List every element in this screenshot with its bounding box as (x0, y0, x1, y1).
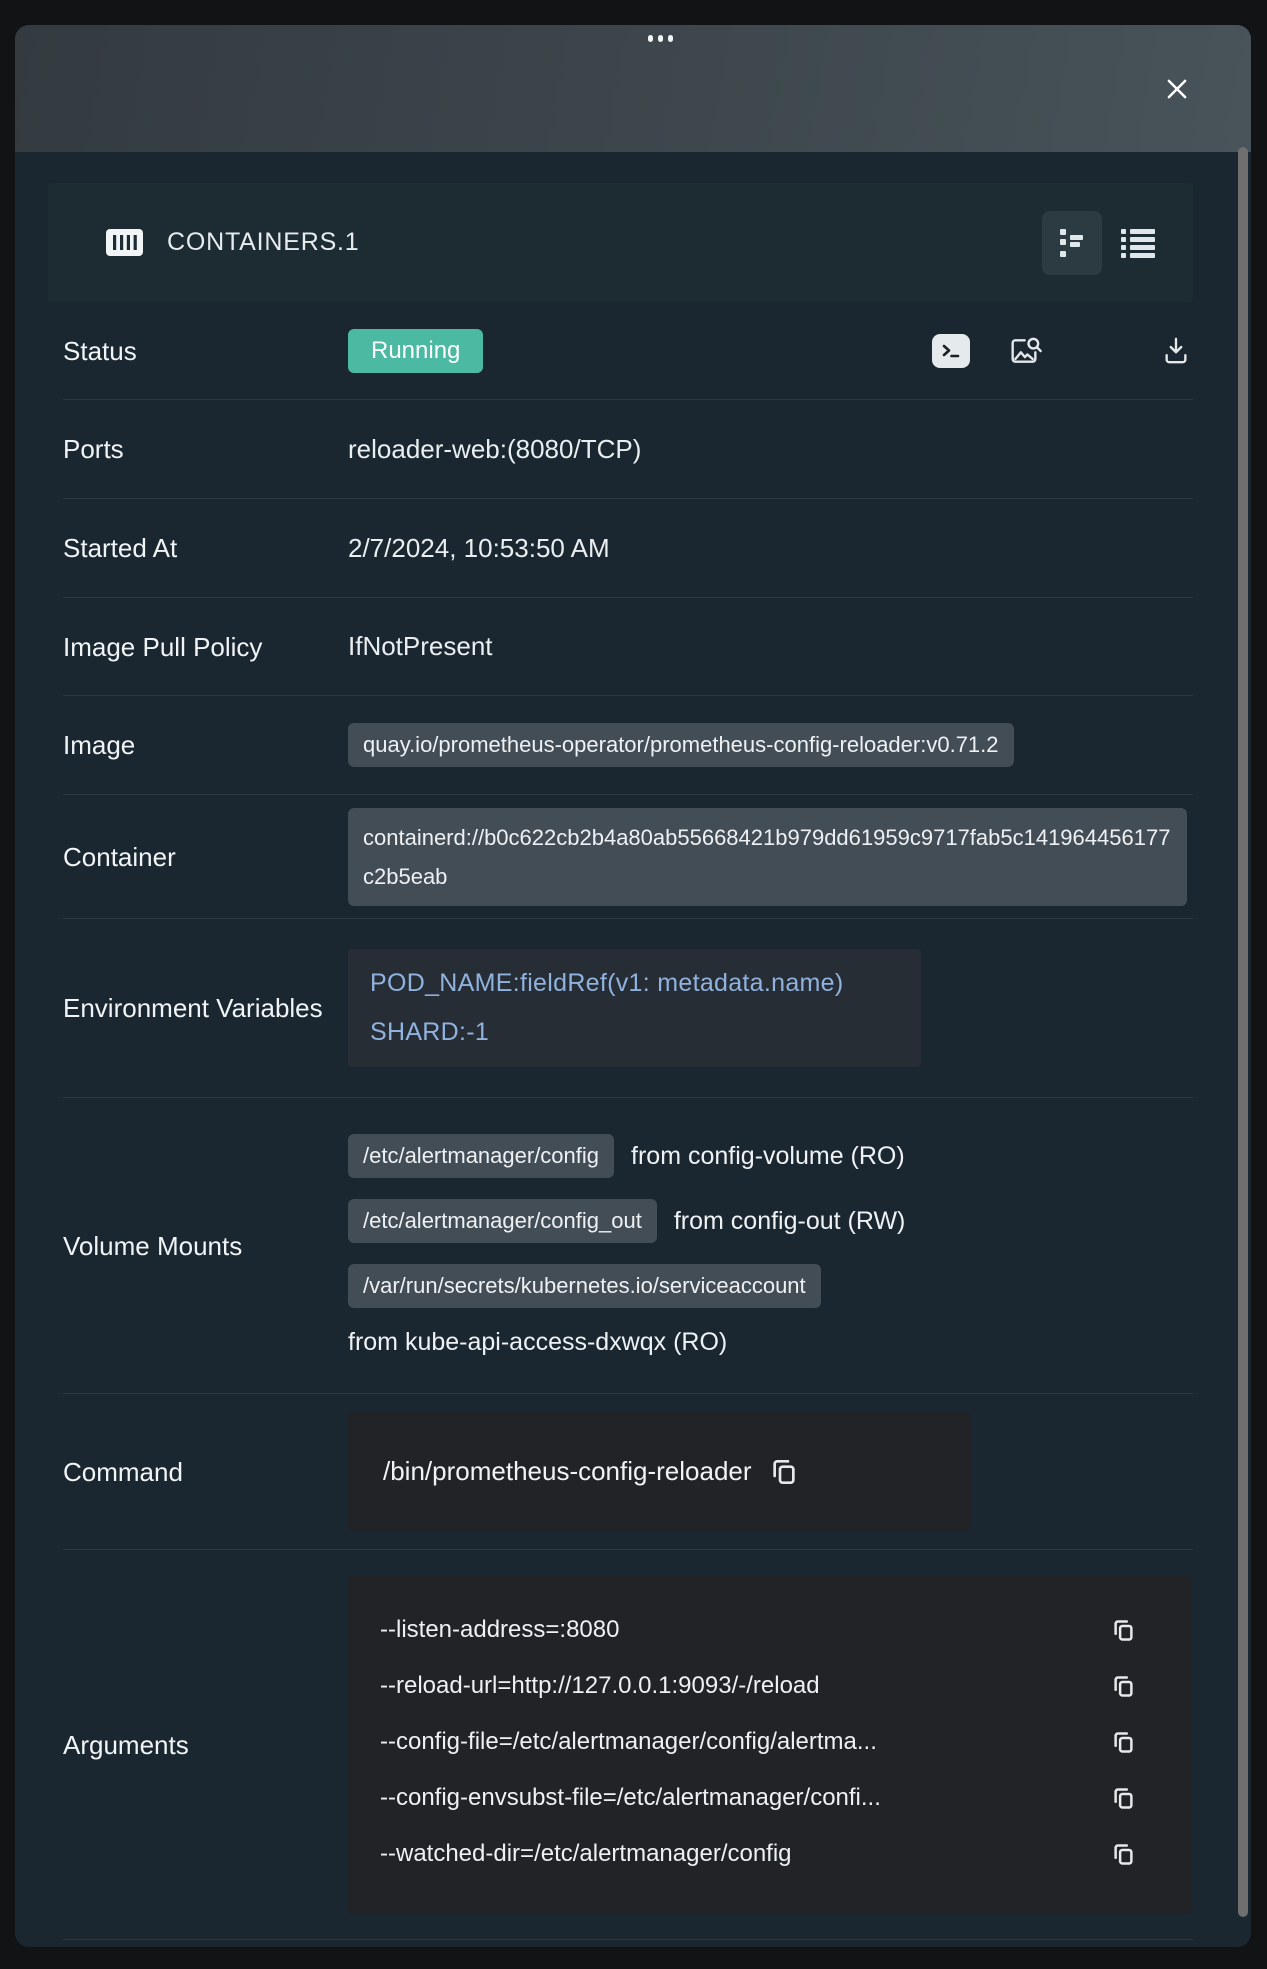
mount-source: from kube-api-access-dxwqx (RO) (348, 1328, 905, 1357)
arguments-box: --listen-address=:8080 --reload-url=h (348, 1575, 1191, 1914)
window-menu-dots-icon[interactable] (648, 35, 673, 42)
containers-header-card: CONTAINERS.1 (48, 183, 1193, 302)
argument-row: --watched-dir=/etc/alertmanager/config (380, 1826, 1137, 1882)
image-pull-policy-value: IfNotPresent (348, 631, 1193, 662)
status-label: Status (63, 327, 348, 375)
container-id-chip: containerd://b0c622cb2b4a80ab55668421b97… (348, 808, 1187, 906)
modal-header (15, 25, 1251, 152)
row-started-at: Started At 2/7/2024, 10:53:50 AM (63, 499, 1193, 598)
list-view-icon (1121, 228, 1155, 258)
row-command: Command /bin/prometheus-config-reloader (63, 1394, 1193, 1550)
env-variable: POD_NAME:fieldRef(v1: metadata.name) (370, 969, 899, 998)
copy-argument-button[interactable] (1110, 1785, 1137, 1812)
copy-argument-button[interactable] (1110, 1729, 1137, 1756)
copy-icon (1110, 1785, 1137, 1812)
detail-rows: Status Running (63, 302, 1193, 1940)
arguments-label: Arguments (63, 1721, 348, 1769)
close-icon (1162, 74, 1192, 104)
row-image: Image quay.io/prometheus-operator/promet… (63, 696, 1193, 795)
copy-icon (1110, 1841, 1137, 1868)
command-value: /bin/prometheus-config-reloader (383, 1456, 752, 1487)
image-label: Image (63, 721, 348, 769)
environment-variables-box: POD_NAME:fieldRef(v1: metadata.name) SHA… (348, 949, 921, 1067)
image-search-button[interactable] (1008, 335, 1044, 367)
copy-icon (1110, 1617, 1137, 1644)
argument-value: --watched-dir=/etc/alertmanager/config (380, 1840, 792, 1868)
image-chip: quay.io/prometheus-operator/prometheus-c… (348, 723, 1014, 767)
ports-value: reloader-web:(8080/TCP) (348, 434, 1193, 465)
detail-view-toggle[interactable] (1042, 211, 1102, 275)
row-environment-variables: Environment Variables POD_NAME:fieldRef(… (63, 919, 1193, 1098)
container-icon (106, 229, 143, 256)
download-button[interactable] (1162, 335, 1190, 366)
container-label: Container (63, 833, 348, 881)
volume-mount: /etc/alertmanager/config_out from config… (348, 1199, 905, 1243)
row-image-pull-policy: Image Pull Policy IfNotPresent (63, 598, 1193, 696)
volume-mounts-list: /etc/alertmanager/config from config-vol… (348, 1134, 905, 1357)
image-pull-policy-label: Image Pull Policy (63, 623, 348, 671)
container-actions (932, 334, 1193, 368)
row-volume-mounts: Volume Mounts /etc/alertmanager/config f… (63, 1098, 1193, 1394)
copy-icon (1110, 1673, 1137, 1700)
mount-path-chip: /var/run/secrets/kubernetes.io/serviceac… (348, 1264, 821, 1308)
started-at-value: 2/7/2024, 10:53:50 AM (348, 533, 1193, 564)
row-ports: Ports reloader-web:(8080/TCP) (63, 400, 1193, 499)
mount-path-chip: /etc/alertmanager/config_out (348, 1199, 657, 1243)
ports-label: Ports (63, 425, 348, 473)
row-arguments: Arguments --listen-address=:8080 (63, 1550, 1193, 1940)
status-badge: Running (348, 329, 483, 373)
environment-variables-label: Environment Variables (63, 984, 348, 1032)
download-icon (1162, 335, 1190, 366)
argument-row: --reload-url=http://127.0.0.1:9093/-/rel… (380, 1658, 1137, 1714)
started-at-label: Started At (63, 524, 348, 572)
close-button[interactable] (1159, 71, 1195, 107)
argument-value: --reload-url=http://127.0.0.1:9093/-/rel… (380, 1672, 820, 1700)
copy-argument-button[interactable] (1110, 1841, 1137, 1868)
card-title: CONTAINERS.1 (167, 228, 360, 257)
argument-row: --config-envsubst-file=/etc/alertmanager… (380, 1770, 1137, 1826)
env-variable: SHARD:-1 (370, 1018, 899, 1047)
argument-value: --listen-address=:8080 (380, 1616, 619, 1644)
command-box: /bin/prometheus-config-reloader (348, 1412, 971, 1531)
copy-argument-button[interactable] (1110, 1673, 1137, 1700)
mount-source: from config-volume (RO) (631, 1142, 905, 1171)
copy-argument-button[interactable] (1110, 1617, 1137, 1644)
terminal-icon (939, 339, 963, 363)
command-label: Command (63, 1448, 348, 1496)
copy-icon (1110, 1729, 1137, 1756)
argument-value: --config-file=/etc/alertmanager/config/a… (380, 1728, 877, 1756)
modal-body: CONTAINERS.1 (15, 183, 1251, 1947)
mount-source: from config-out (RW) (674, 1207, 906, 1236)
list-view-toggle[interactable] (1108, 211, 1168, 275)
terminal-button[interactable] (932, 334, 970, 368)
argument-row: --config-file=/etc/alertmanager/config/a… (380, 1714, 1137, 1770)
volume-mount: /var/run/secrets/kubernetes.io/serviceac… (348, 1264, 905, 1357)
copy-command-button[interactable] (768, 1456, 800, 1488)
scrollbar-thumb[interactable] (1238, 147, 1248, 1917)
argument-value: --config-envsubst-file=/etc/alertmanager… (380, 1784, 881, 1812)
row-container: Container containerd://b0c622cb2b4a80ab5… (63, 795, 1193, 919)
volume-mount: /etc/alertmanager/config from config-vol… (348, 1134, 905, 1178)
mount-path-chip: /etc/alertmanager/config (348, 1134, 614, 1178)
image-search-icon (1008, 335, 1044, 367)
detail-view-icon (1058, 227, 1086, 259)
container-details-modal: CONTAINERS.1 (15, 25, 1251, 1947)
view-toggle-group (1042, 211, 1168, 275)
argument-row: --listen-address=:8080 (380, 1602, 1137, 1658)
volume-mounts-label: Volume Mounts (63, 1222, 348, 1270)
row-status: Status Running (63, 302, 1193, 400)
copy-icon (768, 1456, 800, 1488)
